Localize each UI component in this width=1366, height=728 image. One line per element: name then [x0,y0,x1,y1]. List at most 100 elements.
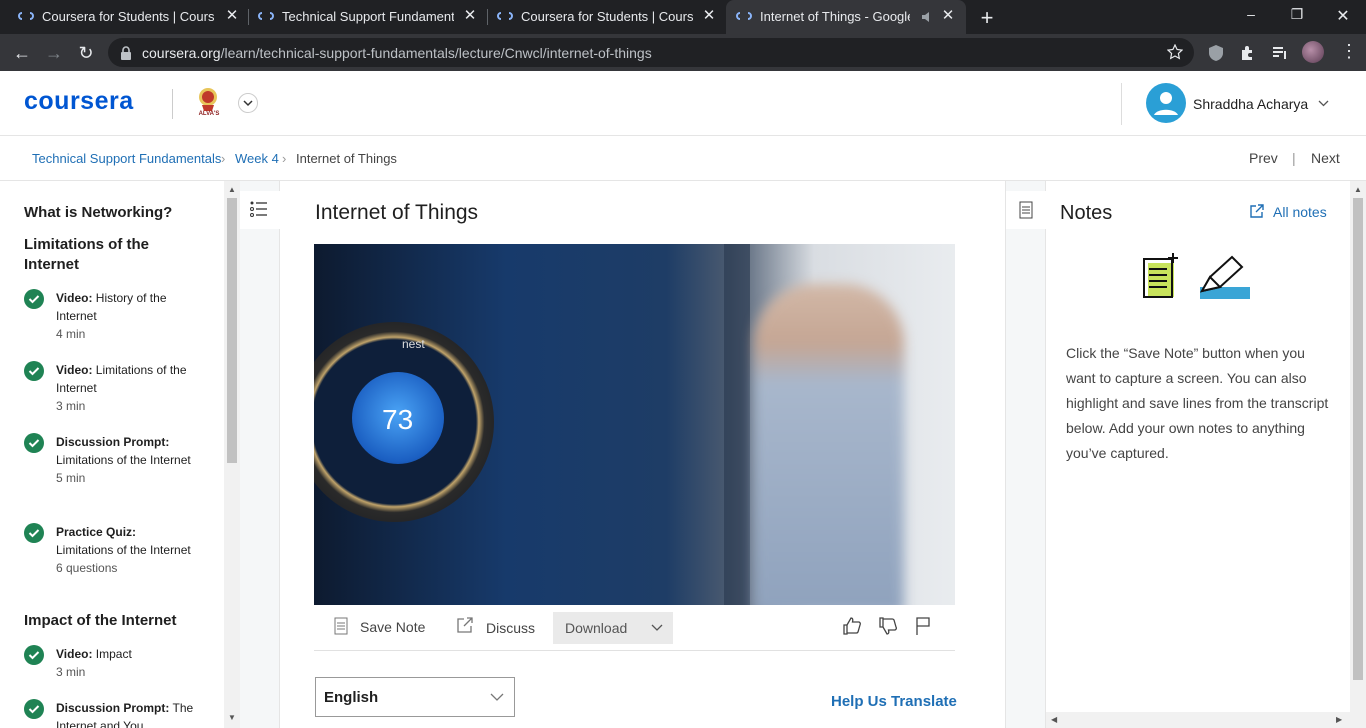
completed-check-icon [24,699,44,719]
video-door-frame [724,244,750,605]
thumbs-down-icon[interactable] [878,616,898,636]
video-person-figure [754,284,904,605]
close-window-button[interactable]: ✕ [1332,6,1354,26]
next-button[interactable]: Next [1311,150,1340,166]
new-tab-button[interactable]: + [976,5,998,30]
extensions-puzzle-icon[interactable] [1238,43,1258,63]
scroll-up-icon[interactable]: ▲ [228,185,236,194]
chevron-down-icon[interactable] [1318,100,1329,108]
breadcrumb-current: Internet of Things [296,151,397,166]
scrollbar-thumb[interactable] [227,198,237,463]
partner-dropdown-button[interactable] [238,93,258,113]
browser-tab-title: Technical Support Fundamentals [282,9,454,24]
breadcrumb: Technical Support Fundamentals › Week 4 … [0,136,1366,181]
item-type: Video: [56,363,93,377]
item-text: Video: Impact 3 min [56,645,206,681]
shield-extension-icon[interactable] [1206,43,1226,63]
external-link-icon[interactable] [456,616,474,634]
completed-check-icon [24,523,44,543]
bookmark-star-icon[interactable] [1167,44,1183,60]
item-duration: 3 min [56,399,86,413]
item-text: Video: Limitations of the Internet 3 min [56,361,206,415]
minimize-window-button[interactable]: – [1240,6,1262,26]
scroll-up-icon[interactable]: ▲ [1354,185,1362,194]
reload-icon[interactable]: ↻ [74,41,98,65]
help-translate-link[interactable]: Help Us Translate [831,693,957,710]
coursera-logo[interactable]: coursera [24,87,134,116]
section-title[interactable]: Impact of the Internet [24,611,214,631]
browser-tab-strip: Coursera for Students | Coursera ✕ Techn… [0,0,1366,34]
scrollbar-thumb[interactable] [1353,198,1363,680]
section-title[interactable]: What is Networking? [24,203,214,223]
section-title[interactable]: Limitations of the Internet [24,235,174,275]
note-add-illustration-icon [1143,253,1178,298]
lecture-main: Internet of Things nest 73 Save Note Dis… [281,181,1005,728]
toggle-outline-button[interactable] [240,191,280,229]
item-type: Discussion Prompt: [56,701,170,715]
browser-menu-icon[interactable]: ⋮ [1340,41,1358,61]
restore-window-button[interactable]: ❐ [1286,6,1308,26]
download-label: Download [565,620,628,636]
notes-scrollbar[interactable]: ▲ [1350,181,1366,728]
browser-tab-4-active[interactable]: Internet of Things - Google | ✕ [726,0,966,34]
list-icon [250,201,267,217]
coursera-favicon-icon [736,12,752,20]
language-selected: English [324,689,379,706]
video-player[interactable]: nest 73 [314,244,955,605]
coursera-favicon-icon [18,12,34,20]
breadcrumb-week-link[interactable]: Week 4 [235,151,279,166]
item-type: Discussion Prompt: [56,435,170,449]
save-note-button[interactable]: Save Note [360,619,425,635]
close-tab-icon[interactable]: ✕ [462,8,478,24]
chevron-down-icon [490,693,504,701]
video-thermostat: nest 73 [314,322,494,522]
item-text: Video: History of the Internet 4 min [56,289,206,343]
discuss-button[interactable]: Discuss [486,620,535,636]
profile-avatar[interactable] [1302,41,1324,63]
completed-check-icon [24,289,44,309]
notes-horizontal-scrollbar[interactable]: ◀ ▶ [1046,712,1350,728]
item-text: Discussion Prompt: The Internet and You [56,699,206,728]
back-icon[interactable]: ← [10,41,34,65]
forward-icon[interactable]: → [42,41,66,65]
item-duration: 5 min [56,471,86,485]
left-toolbar [240,181,280,728]
save-note-icon[interactable] [334,617,348,635]
media-queue-icon[interactable] [1270,43,1290,63]
course-outline-sidebar: What is Networking? Limitations of the I… [0,181,224,728]
download-dropdown[interactable]: Download [553,612,673,644]
site-header: coursera ALVA'S Shraddha Acharya [0,71,1366,136]
lock-icon[interactable] [120,46,132,60]
browser-tab-3[interactable]: Coursera for Students | Coursera ✕ [487,0,725,34]
browser-tab-2[interactable]: Technical Support Fundamentals ✕ [248,0,486,34]
thermostat-temperature: 73 [382,404,414,435]
right-toolbar [1005,181,1046,728]
prev-button[interactable]: Prev [1249,150,1278,166]
flag-icon[interactable] [914,616,932,636]
item-type: Practice Quiz: [56,525,137,539]
thumbs-up-icon[interactable] [842,616,862,636]
breadcrumb-course-link[interactable]: Technical Support Fundamentals [32,151,221,166]
completed-check-icon [24,645,44,665]
external-link-icon[interactable] [1249,203,1265,219]
browser-tab-1[interactable]: Coursera for Students | Coursera ✕ [8,0,246,34]
notes-panel: Notes All notes Click the “Save Note” bu… [1046,181,1350,728]
address-bar[interactable]: coursera.org/learn/technical-support-fun… [108,38,1194,67]
user-avatar-icon[interactable] [1146,83,1186,123]
item-duration: 6 questions [56,561,118,575]
chevron-down-icon [651,624,663,631]
scroll-right-icon[interactable]: ▶ [1336,715,1342,724]
tab-audio-muted-icon[interactable] [920,10,934,24]
language-select[interactable]: English [315,677,515,717]
close-tab-icon[interactable]: ✕ [940,8,956,24]
all-notes-link[interactable]: All notes [1273,204,1327,220]
scroll-down-icon[interactable]: ▼ [228,713,236,722]
browser-tab-title: Internet of Things - Google | [760,9,910,24]
scroll-left-icon[interactable]: ◀ [1051,715,1057,724]
sidebar-scrollbar[interactable]: ▲ ▼ [224,181,240,728]
url-path: /learn/technical-support-fundamentals/le… [220,45,652,61]
toggle-notes-button[interactable] [1006,191,1046,229]
close-tab-icon[interactable]: ✕ [701,8,717,24]
user-name[interactable]: Shraddha Acharya [1193,96,1308,112]
close-tab-icon[interactable]: ✕ [224,8,240,24]
